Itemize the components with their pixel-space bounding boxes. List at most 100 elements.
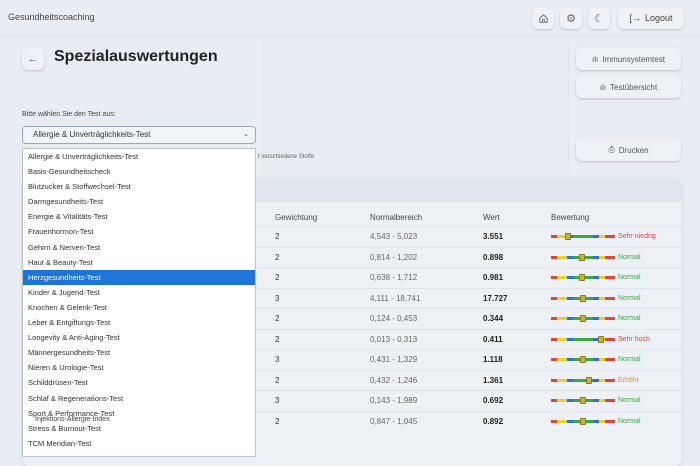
dropdown-option[interactable]: Gehirn & Nerven-Test xyxy=(23,240,255,255)
rating-marker xyxy=(578,274,585,281)
cell-wert: 1.118 xyxy=(483,355,503,364)
rating-marker xyxy=(580,315,586,322)
dropdown-option[interactable]: Herzgesundheits-Test xyxy=(23,269,255,285)
rating-label: Erhöht xyxy=(618,376,639,384)
gear-icon: ⚙ xyxy=(566,12,576,25)
top-bar: Gesundheitscoaching ⚙ ☾ [→ Logout xyxy=(0,0,700,36)
rating-label: Normal xyxy=(618,397,641,404)
logout-icon: [→ xyxy=(629,13,641,23)
test-select[interactable]: Allergie & Unverträglichkeits-Test ⌄ xyxy=(22,126,256,144)
cell-wert: 0.411 xyxy=(483,334,503,344)
column-header-wert: Wert xyxy=(483,213,500,222)
dropdown-option[interactable]: Allergie & Unverträglichkeits-Test xyxy=(23,149,255,164)
cell-wert: 0.692 xyxy=(483,396,504,405)
cell-wert: 0.898 xyxy=(483,252,504,262)
dropdown-option[interactable]: Longevity & Anti-Aging-Test xyxy=(23,330,255,345)
logout-label: Logout xyxy=(644,13,673,23)
dropdown-option[interactable]: Blutzucker & Stoffwechsel-Test xyxy=(23,179,255,194)
rating-marker xyxy=(597,335,604,343)
cell-normalbereich: 0,124 - 0,453 xyxy=(370,314,418,323)
rating-scale-bar xyxy=(551,235,615,238)
cell-normalbereich: 0,814 - 1,202 xyxy=(370,252,418,262)
bar-chart-icon: ılı xyxy=(592,54,599,64)
cell-gewichtung: 3 xyxy=(275,355,280,364)
dropdown-option[interactable]: Knochen & Gelenk-Test xyxy=(23,300,255,315)
dropdown-option[interactable]: Schlaf & Regenerations-Test xyxy=(23,391,255,406)
theme-toggle-button[interactable]: ☾ xyxy=(588,7,610,29)
dropdown-option[interactable]: Schilddrüsen-Test xyxy=(23,375,255,390)
rating-marker xyxy=(578,253,585,261)
testuebersicht-label: Testübersicht xyxy=(610,82,658,92)
rating-marker xyxy=(565,233,572,240)
cell-wert: 17.727 xyxy=(483,293,508,303)
home-button[interactable] xyxy=(532,7,554,29)
cell-normalbereich: 0,013 - 0,313 xyxy=(370,334,418,344)
dropdown-option[interactable]: Kinder & Jugend-Test xyxy=(23,285,255,300)
cell-normalbereich: 4,111 - 18,741 xyxy=(370,293,421,303)
dropdown-option[interactable]: Haut & Beauty-Test xyxy=(23,255,255,270)
dropdown-option[interactable]: Frauenhormon-Test xyxy=(23,224,255,239)
test-description: t verschiedene Stoffe xyxy=(258,154,315,160)
rating-label: Normal xyxy=(618,294,641,302)
cell-gewichtung: 2 xyxy=(275,375,280,385)
app-title: Gesundheitscoaching xyxy=(8,12,95,22)
arrow-left-icon: ← xyxy=(27,53,39,65)
column-header-bewertung: Bewertung xyxy=(551,213,590,222)
dropdown-option[interactable]: Energie & Vitalitäts-Test xyxy=(23,209,255,224)
dropdown-option[interactable]: Basis-Gesundheitscheck xyxy=(23,164,255,179)
logout-button[interactable]: [→ Logout xyxy=(618,7,684,29)
printer-icon: ⎙ xyxy=(608,145,615,154)
cell-wert: 0.981 xyxy=(483,273,504,282)
divider xyxy=(568,40,569,170)
immunsystemtest-button[interactable]: ılı Immunsystemtest xyxy=(576,48,681,70)
dropdown-option[interactable]: Nieren & Urologie-Test xyxy=(23,360,255,375)
cell-gewichtung: 2 xyxy=(275,273,280,282)
rating-marker xyxy=(586,376,593,384)
cell-normalbereich: 0,432 - 1,246 xyxy=(370,375,418,385)
cell-gewichtung: 2 xyxy=(275,416,280,426)
chevron-down-icon: ⌄ xyxy=(243,131,249,138)
rating-scale-bar xyxy=(551,337,615,341)
rating-label: Sehr niedrig xyxy=(618,233,656,240)
dropdown-option[interactable]: Männergesundheits-Test xyxy=(23,345,255,360)
bar-chart-icon: ılı xyxy=(599,82,607,92)
cell-gewichtung: 2 xyxy=(275,334,280,344)
test-select-label: Bitte wählen Sie den Test aus: xyxy=(22,111,116,118)
rating-label: Normal xyxy=(618,274,641,281)
rating-marker xyxy=(580,294,586,302)
column-header-gewichtung: Gewichtung xyxy=(275,213,318,222)
cell-wert: 0.892 xyxy=(483,416,504,426)
test-select-dropdown[interactable]: Allergie & Unverträglichkeits-Test Basis-… xyxy=(22,148,256,457)
dropdown-option[interactable]: Leber & Entgiftungs-Test xyxy=(23,315,255,330)
settings-button[interactable]: ⚙ xyxy=(560,7,582,29)
cell-normalbereich: 4,543 - 5,023 xyxy=(370,232,418,241)
rating-marker xyxy=(580,417,586,425)
dropdown-option[interactable]: TCM Meridian-Test xyxy=(23,436,255,451)
cell-wert: 0.344 xyxy=(483,314,504,323)
cell-normalbereich: 0,431 - 1,329 xyxy=(370,355,418,364)
page-title: Spezialauswertungen xyxy=(54,48,218,65)
cell-wert: 3.551 xyxy=(483,232,504,241)
dropdown-option[interactable]: Stress & Burnout-Test xyxy=(23,421,255,436)
test-select-value: Allergie & Unverträglichkeits-Test xyxy=(33,130,151,139)
rating-marker xyxy=(580,397,586,404)
rating-marker xyxy=(580,356,586,363)
cell-gewichtung: 2 xyxy=(275,252,280,262)
cell-gewichtung: 3 xyxy=(275,293,280,303)
cell-normalbereich: 0,638 - 1,712 xyxy=(370,273,418,282)
cell-gewichtung: 2 xyxy=(275,314,280,323)
cell-normalbereich: 0,847 - 1,045 xyxy=(370,416,418,426)
drucken-button[interactable]: ⎙ Drucken xyxy=(576,139,681,161)
cell-gewichtung: 2 xyxy=(275,232,280,241)
testuebersicht-button[interactable]: ılı Testübersicht xyxy=(576,76,681,98)
dropdown-option[interactable]: Darmgesundheits-Test xyxy=(23,194,255,209)
cell-wert: 1.361 xyxy=(483,375,504,385)
divider xyxy=(263,40,264,170)
drucken-label: Drucken xyxy=(618,145,649,155)
rating-label: Sehr hoch xyxy=(618,335,650,343)
home-icon xyxy=(538,13,548,23)
cell-gewichtung: 3 xyxy=(275,396,280,405)
back-button[interactable]: ← xyxy=(22,48,44,70)
rating-label: Normal xyxy=(618,315,641,322)
immunsystemtest-label: Immunsystemtest xyxy=(602,54,665,64)
